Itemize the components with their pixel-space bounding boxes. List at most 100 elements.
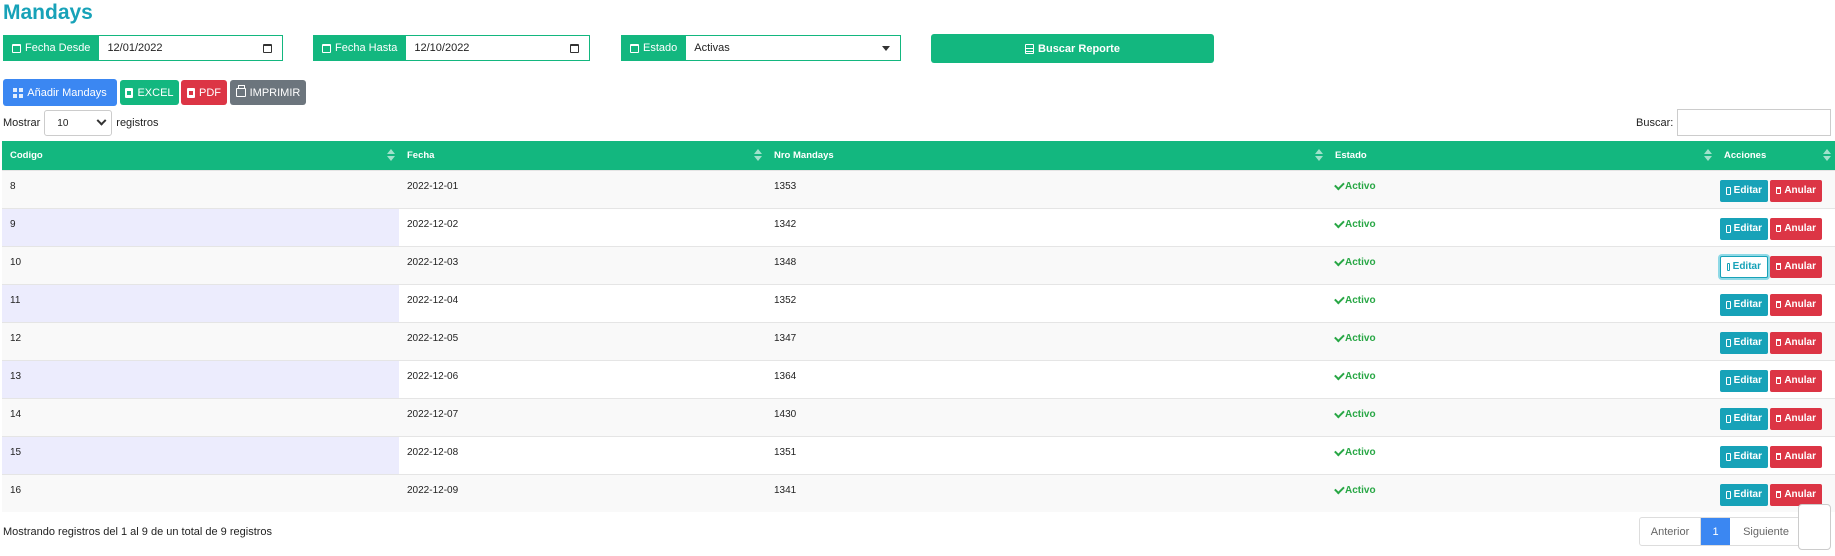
cell-estado: Activo (1327, 321, 1716, 360)
cell-fecha: 2022-12-01 (399, 169, 766, 208)
anular-button[interactable]: Anular (1770, 407, 1822, 430)
header-fecha[interactable]: Fecha (399, 141, 766, 170)
cell-fecha: 2022-12-02 (399, 207, 766, 246)
anular-button[interactable]: Anular (1770, 369, 1822, 392)
file-icon (1726, 186, 1731, 195)
cell-nro-mandays: 1348 (766, 245, 1327, 284)
cell-nro-mandays: 1364 (766, 359, 1327, 398)
cell-estado: Activo (1327, 207, 1716, 246)
status-badge: Activo (1334, 483, 1708, 496)
cell-nro-mandays: 1342 (766, 207, 1327, 246)
fecha-desde-input[interactable]: 12/01/2022 (98, 35, 284, 61)
print-button[interactable]: IMPRIMIR (230, 80, 306, 105)
check-icon (1334, 179, 1345, 190)
status-badge: Activo (1334, 407, 1708, 420)
edit-button[interactable]: Editar (1720, 445, 1768, 468)
anular-button[interactable]: Anular (1770, 445, 1822, 468)
trash-icon (1776, 453, 1782, 460)
status-badge: Activo (1334, 293, 1708, 306)
table-row: 9 2022-12-02 1342 Activo Editar Anular (2, 207, 1835, 246)
floating-widget[interactable] (1798, 504, 1831, 550)
file-icon (1727, 262, 1730, 271)
fecha-hasta-input[interactable]: 12/10/2022 (405, 35, 591, 61)
edit-button[interactable]: Editar (1720, 293, 1768, 316)
check-icon (1334, 369, 1345, 380)
header-estado[interactable]: Estado (1327, 141, 1716, 170)
header-nro-mandays[interactable]: Nro Mandays (766, 141, 1327, 170)
table-row: 11 2022-12-04 1352 Activo Editar Anular (2, 283, 1835, 322)
cell-fecha: 2022-12-09 (399, 473, 766, 512)
cell-codigo: 12 (2, 321, 399, 360)
fecha-hasta-label: Fecha Hasta (313, 35, 406, 61)
file-pdf-icon (187, 87, 195, 98)
calendar-picker-icon[interactable] (263, 43, 273, 53)
pagination-next[interactable]: Siguiente (1730, 518, 1802, 545)
cell-codigo: 8 (2, 169, 399, 208)
edit-button[interactable]: Editar (1720, 407, 1768, 430)
edit-button[interactable]: Editar (1720, 255, 1768, 278)
calendar-icon (322, 43, 331, 53)
anular-button[interactable]: Anular (1770, 483, 1822, 506)
anular-button[interactable]: Anular (1770, 331, 1822, 354)
length-select[interactable]: 10 (44, 110, 113, 136)
cell-estado: Activo (1327, 359, 1716, 398)
cell-fecha: 2022-12-03 (399, 245, 766, 284)
add-mandays-button[interactable]: Añadir Mandays (3, 79, 117, 106)
cell-acciones: Editar Anular (1716, 321, 1835, 360)
check-icon (1334, 407, 1345, 418)
cell-codigo: 11 (2, 283, 399, 322)
cell-codigo: 16 (2, 473, 399, 512)
file-excel-icon (125, 87, 134, 98)
cell-acciones: Editar Anular (1716, 245, 1835, 284)
cell-acciones: Editar Anular (1716, 435, 1835, 474)
calendar-picker-icon[interactable] (570, 43, 580, 53)
cell-nro-mandays: 1347 (766, 321, 1327, 360)
edit-button[interactable]: Editar (1720, 483, 1768, 506)
header-acciones[interactable]: Acciones (1716, 141, 1835, 170)
pagination-prev[interactable]: Anterior (1640, 518, 1701, 545)
table-row: 14 2022-12-07 1430 Activo Editar Anular (2, 397, 1835, 436)
grid-icon (13, 87, 24, 98)
pagination-page-1[interactable]: 1 (1701, 518, 1730, 545)
cell-nro-mandays: 1352 (766, 283, 1327, 322)
table-row: 12 2022-12-05 1347 Activo Editar Anular (2, 321, 1835, 360)
chevron-down-icon (96, 115, 107, 126)
table-header-row: Codigo Fecha Nro Mandays Estado Acciones (2, 141, 1835, 170)
header-codigo[interactable]: Codigo (2, 141, 399, 170)
edit-button[interactable]: Editar (1720, 217, 1768, 240)
status-badge: Activo (1334, 255, 1708, 268)
check-icon (1334, 445, 1345, 456)
pdf-button[interactable]: PDF (181, 80, 227, 105)
anular-button[interactable]: Anular (1770, 217, 1822, 240)
filter-estado: Estado Activas (621, 35, 902, 61)
anular-button[interactable]: Anular (1770, 179, 1822, 202)
calendar-icon (12, 43, 21, 53)
status-badge: Activo (1334, 331, 1708, 344)
cell-codigo: 15 (2, 435, 399, 474)
cell-acciones: Editar Anular (1716, 397, 1835, 436)
cell-estado: Activo (1327, 397, 1716, 436)
cell-nro-mandays: 1341 (766, 473, 1327, 512)
printer-icon (235, 85, 246, 97)
fecha-desde-label: Fecha Desde (3, 35, 99, 61)
status-badge: Activo (1334, 179, 1708, 192)
edit-button[interactable]: Editar (1720, 179, 1768, 202)
anular-button[interactable]: Anular (1770, 255, 1822, 278)
buscar-reporte-button[interactable]: Buscar Reporte (931, 34, 1214, 63)
estado-select[interactable]: Activas (685, 35, 902, 61)
cell-fecha: 2022-12-07 (399, 397, 766, 436)
cell-codigo: 13 (2, 359, 399, 398)
cell-codigo: 14 (2, 397, 399, 436)
search-input[interactable] (1677, 109, 1832, 136)
anular-button[interactable]: Anular (1770, 293, 1822, 316)
edit-button[interactable]: Editar (1720, 331, 1768, 354)
check-icon (1334, 217, 1345, 228)
excel-button[interactable]: EXCEL (120, 80, 179, 105)
edit-button[interactable]: Editar (1720, 369, 1768, 392)
status-badge: Activo (1334, 445, 1708, 458)
caret-down-icon (882, 45, 891, 51)
trash-icon (1776, 187, 1782, 194)
file-icon (1726, 490, 1731, 499)
sort-icon (387, 149, 395, 163)
sort-icon (1704, 149, 1712, 163)
